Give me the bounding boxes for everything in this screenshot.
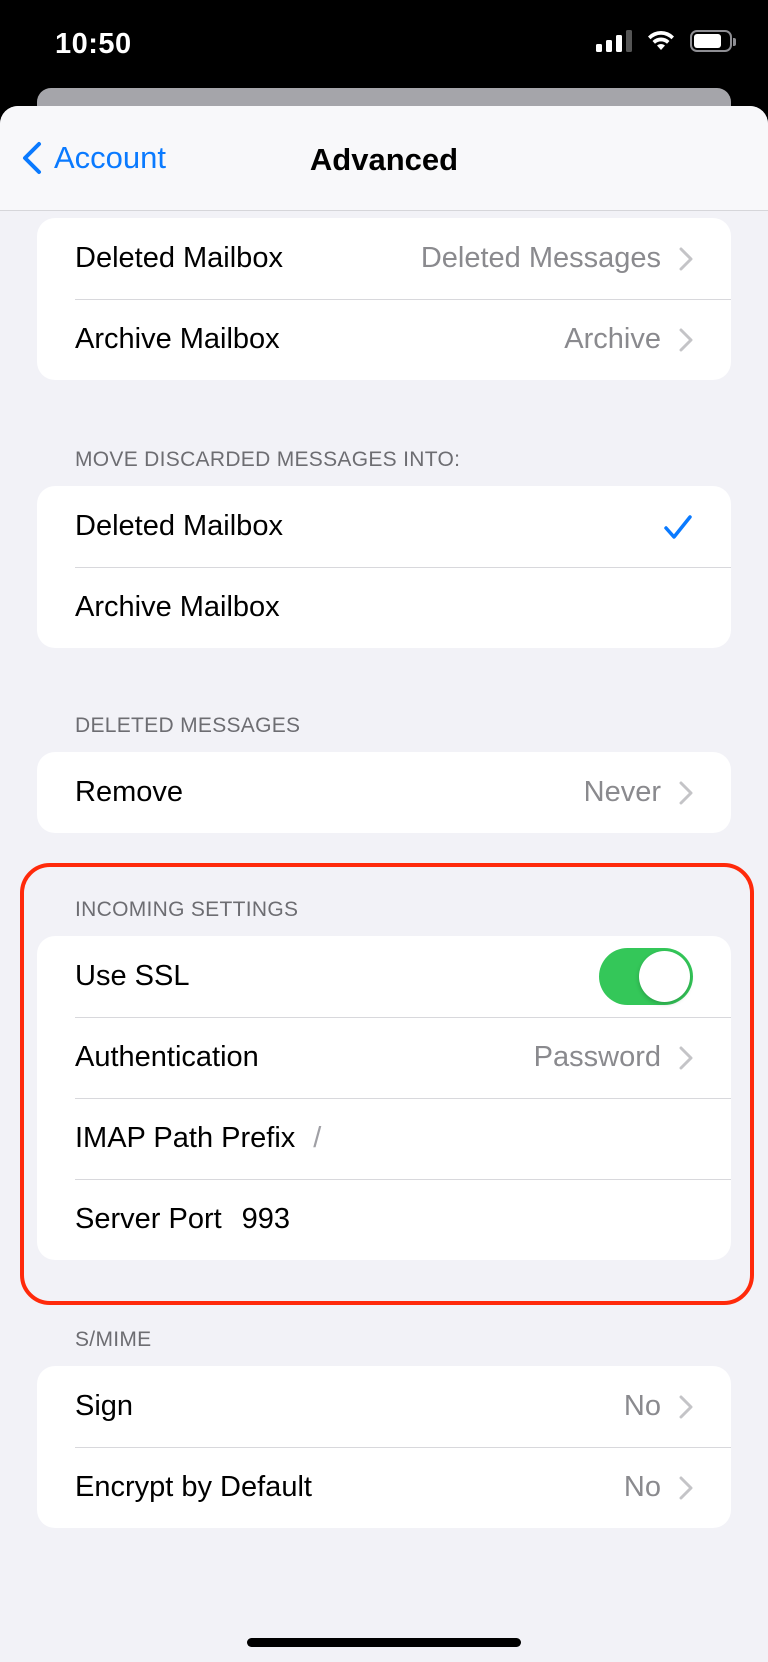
chevron-right-icon xyxy=(679,247,693,270)
deleted-messages-group: Remove Never xyxy=(37,752,731,833)
smime-group: Sign No Encrypt by Default No xyxy=(37,1366,731,1528)
mailbox-behaviors-group: Deleted Mailbox Deleted Messages Archive… xyxy=(37,218,731,380)
discard-archive-mailbox-row[interactable]: Archive Mailbox xyxy=(37,567,731,648)
discard-deleted-mailbox-row[interactable]: Deleted Mailbox xyxy=(37,486,731,567)
status-bar: 10:50 xyxy=(0,0,768,100)
remove-row[interactable]: Remove Never xyxy=(37,752,731,833)
chevron-right-icon xyxy=(679,1476,693,1499)
home-indicator[interactable] xyxy=(247,1638,521,1647)
battery-level xyxy=(694,34,722,48)
server-port-field[interactable]: 993 xyxy=(242,1203,290,1236)
status-icons xyxy=(596,30,736,52)
encrypt-by-default-row[interactable]: Encrypt by Default No xyxy=(37,1447,731,1528)
row-label: Sign xyxy=(75,1390,134,1422)
chevron-right-icon xyxy=(679,1046,693,1069)
sign-row[interactable]: Sign No xyxy=(37,1366,731,1447)
imap-path-prefix-row[interactable]: IMAP Path Prefix / xyxy=(37,1098,731,1179)
cellular-signal-icon xyxy=(596,30,632,52)
row-value: Deleted Messages xyxy=(420,242,661,274)
server-port-row[interactable]: Server Port 993 xyxy=(37,1179,731,1260)
row-label: Server Port xyxy=(75,1203,222,1235)
incoming-settings-section-header: INCOMING SETTINGS xyxy=(75,898,299,921)
row-label: Authentication xyxy=(75,1041,259,1073)
chevron-right-icon xyxy=(679,328,693,351)
row-label: Remove xyxy=(75,776,183,808)
incoming-settings-group: Use SSL Authentication Password IMAP Pat… xyxy=(37,936,731,1260)
row-label: Deleted Mailbox xyxy=(75,510,283,542)
row-label: Archive Mailbox xyxy=(75,591,280,623)
row-label: Archive Mailbox xyxy=(75,323,280,355)
row-value: Password xyxy=(533,1041,661,1073)
smime-section-header: S/MIME xyxy=(75,1328,152,1351)
row-label: Use SSL xyxy=(75,960,190,992)
battery-icon xyxy=(690,30,736,52)
discard-section-header: MOVE DISCARDED MESSAGES INTO: xyxy=(75,448,461,471)
toggle-knob xyxy=(639,951,690,1002)
row-value: No xyxy=(623,1390,661,1422)
discard-group: Deleted Mailbox Archive Mailbox xyxy=(37,486,731,648)
row-label: Deleted Mailbox xyxy=(75,242,283,274)
settings-sheet: Deleted Mailbox Deleted Messages Archive… xyxy=(0,106,768,1662)
navigation-bar: Account Advanced xyxy=(0,106,768,211)
imap-path-prefix-field[interactable]: / xyxy=(313,1122,321,1155)
use-ssl-toggle[interactable] xyxy=(599,948,693,1005)
chevron-right-icon xyxy=(679,781,693,804)
deleted-messages-section-header: DELETED MESSAGES xyxy=(75,714,301,737)
chevron-right-icon xyxy=(679,1395,693,1418)
deleted-mailbox-row[interactable]: Deleted Mailbox Deleted Messages xyxy=(37,218,731,299)
row-label: Encrypt by Default xyxy=(75,1471,312,1503)
authentication-row[interactable]: Authentication Password xyxy=(37,1017,731,1098)
use-ssl-row: Use SSL xyxy=(37,936,731,1017)
row-value: Never xyxy=(583,776,661,808)
row-value: Archive xyxy=(564,323,661,355)
row-label: IMAP Path Prefix xyxy=(75,1122,296,1154)
archive-mailbox-row[interactable]: Archive Mailbox Archive xyxy=(37,299,731,380)
wifi-icon xyxy=(648,30,674,50)
checkmark-icon xyxy=(664,514,692,539)
status-time: 10:50 xyxy=(55,28,132,60)
page-title: Advanced xyxy=(309,142,459,177)
row-value: No xyxy=(623,1471,661,1503)
